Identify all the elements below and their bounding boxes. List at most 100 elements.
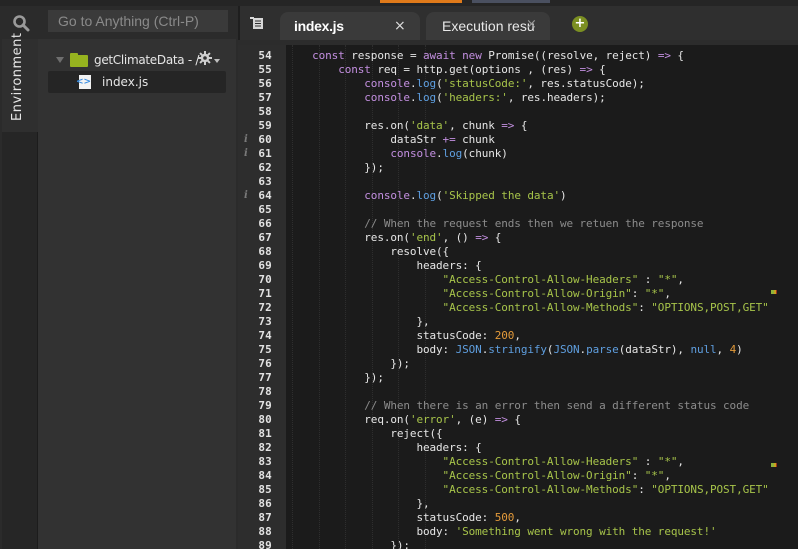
code-line: "Access-Control-Allow-Origin": "*",	[442, 287, 671, 300]
code-line: });	[286, 371, 384, 384]
code-line: });	[286, 539, 410, 549]
code-line: reject({	[286, 427, 443, 440]
code-line: console.log('headers:', res.headers);	[364, 91, 606, 104]
close-icon[interactable]: ×	[394, 18, 406, 34]
line-number: 79	[258, 399, 272, 412]
code-editor[interactable]: const response = await new Promise((reso…	[286, 45, 798, 549]
line-number: 85	[258, 483, 272, 496]
line-number: 74	[258, 329, 272, 342]
code-line: res.on('data', chunk => {	[286, 119, 528, 132]
line-number: 63	[258, 175, 272, 188]
tree-file-label: index.js	[102, 75, 149, 89]
goto-anything-input[interactable]	[48, 10, 228, 32]
folder-icon	[70, 53, 88, 67]
info-icon[interactable]: i	[244, 189, 248, 203]
side-tab-strip: Environment	[2, 32, 38, 549]
code-line: "Access-Control-Allow-Origin": "*",	[442, 469, 671, 482]
scrollbar-marker	[771, 290, 777, 294]
code-line: dataStr += chunk	[286, 133, 495, 146]
search-icon[interactable]	[12, 14, 30, 32]
tab-label: index.js	[294, 18, 344, 34]
line-number: 55	[258, 63, 272, 76]
expand-arrow-icon[interactable]	[56, 57, 64, 63]
code-line: });	[286, 357, 410, 370]
code-line: },	[286, 497, 430, 510]
file-tree-panel: getClimateData - / <> index.js	[38, 39, 236, 549]
line-number: 75	[258, 343, 272, 356]
js-file-icon: <>	[76, 75, 92, 89]
line-number: 59	[258, 119, 272, 132]
line-number: 58	[258, 105, 272, 118]
line-number: 87	[258, 511, 272, 524]
line-number: 67	[258, 231, 272, 244]
line-number: 89	[258, 539, 272, 549]
line-number-gutter: 54 55 56 57 58 59 i 60 i 61 62 63 i 64 65 66 67 68 69 70 71 7…	[238, 45, 286, 549]
line-number: 71	[258, 287, 272, 300]
secondary-indicator	[472, 0, 550, 3]
code-line: headers: {	[286, 441, 482, 454]
editor-tab-bar: index.js × Execution results × +	[238, 6, 798, 40]
line-number: 54	[258, 49, 272, 62]
code-line: "Access-Control-Allow-Methods": "OPTIONS…	[442, 301, 769, 314]
gear-icon	[198, 51, 212, 70]
code-line: resolve({	[286, 245, 450, 258]
code-line: // When there is an error then send a di…	[364, 399, 750, 412]
code-lines: const response = await new Promise((reso…	[286, 49, 769, 549]
line-number: i 60	[244, 133, 272, 147]
code-line: });	[286, 161, 384, 174]
goto-anything-bar	[0, 6, 238, 39]
scrollbar-marker	[771, 463, 777, 467]
line-number: 80	[258, 413, 272, 426]
tab-index-js[interactable]: index.js ×	[280, 12, 420, 40]
chevron-down-icon	[214, 58, 220, 63]
code-line: headers: {	[286, 259, 482, 272]
code-line: },	[286, 315, 430, 328]
code-line: "Access-Control-Allow-Headers" : "*",	[442, 455, 684, 468]
line-number: 56	[258, 77, 272, 90]
code-line: // When the request ends then we retuen …	[364, 217, 704, 230]
code-line: res.on('end', () => {	[286, 231, 502, 244]
line-number: 62	[258, 161, 272, 174]
tab-list-icon[interactable]	[250, 16, 264, 29]
code-line: console.log('Skipped the data')	[364, 189, 567, 202]
line-number: 78	[258, 385, 272, 398]
line-number: 73	[258, 315, 272, 328]
line-number: 70	[258, 273, 272, 286]
tab-execution-results[interactable]: Execution results ×	[426, 12, 550, 40]
code-line: statusCode: 500,	[286, 511, 521, 524]
line-number: 86	[258, 497, 272, 510]
line-number: 65	[258, 203, 272, 216]
gutter-lines: 54 55 56 57 58 59 i 60 i 61 62 63 i 64 65 66 67 68 69 70 71 7…	[238, 49, 286, 549]
line-number: i 61	[244, 147, 272, 161]
code-line: const req = http.get(options , (res) => …	[338, 63, 606, 76]
close-icon[interactable]: ×	[526, 17, 537, 32]
line-number: 72	[258, 301, 272, 314]
info-icon[interactable]: i	[244, 133, 248, 147]
add-tab-button[interactable]: +	[572, 16, 588, 32]
environment-tab[interactable]: Environment	[2, 32, 38, 132]
tree-root-folder[interactable]: getClimateData - /	[56, 51, 199, 69]
code-line: "Access-Control-Allow-Headers" : "*",	[442, 273, 684, 286]
code-line: console.log(chunk)	[390, 147, 508, 160]
tab-label: Execution results	[442, 18, 534, 34]
line-number: 82	[258, 441, 272, 454]
code-line: statusCode: 200,	[286, 329, 521, 342]
line-number: 76	[258, 357, 272, 370]
tree-settings-button[interactable]	[198, 51, 220, 70]
tree-file-index-js[interactable]: <> index.js	[48, 71, 226, 93]
run-indicator	[380, 0, 462, 3]
line-number: 68	[258, 245, 272, 258]
code-line: const response = await new Promise((reso…	[312, 49, 684, 62]
info-icon[interactable]: i	[244, 147, 248, 161]
line-number: 88	[258, 525, 272, 538]
code-line: body: 'Something went wrong with the req…	[286, 525, 717, 538]
line-number: 77	[258, 371, 272, 384]
code-line: console.log('statusCode:', res.statusCod…	[364, 77, 645, 90]
line-number: 69	[258, 259, 272, 272]
code-line: "Access-Control-Allow-Methods": "OPTIONS…	[442, 483, 769, 496]
environment-tab-label: Environment	[10, 32, 25, 121]
line-number: 57	[258, 91, 272, 104]
